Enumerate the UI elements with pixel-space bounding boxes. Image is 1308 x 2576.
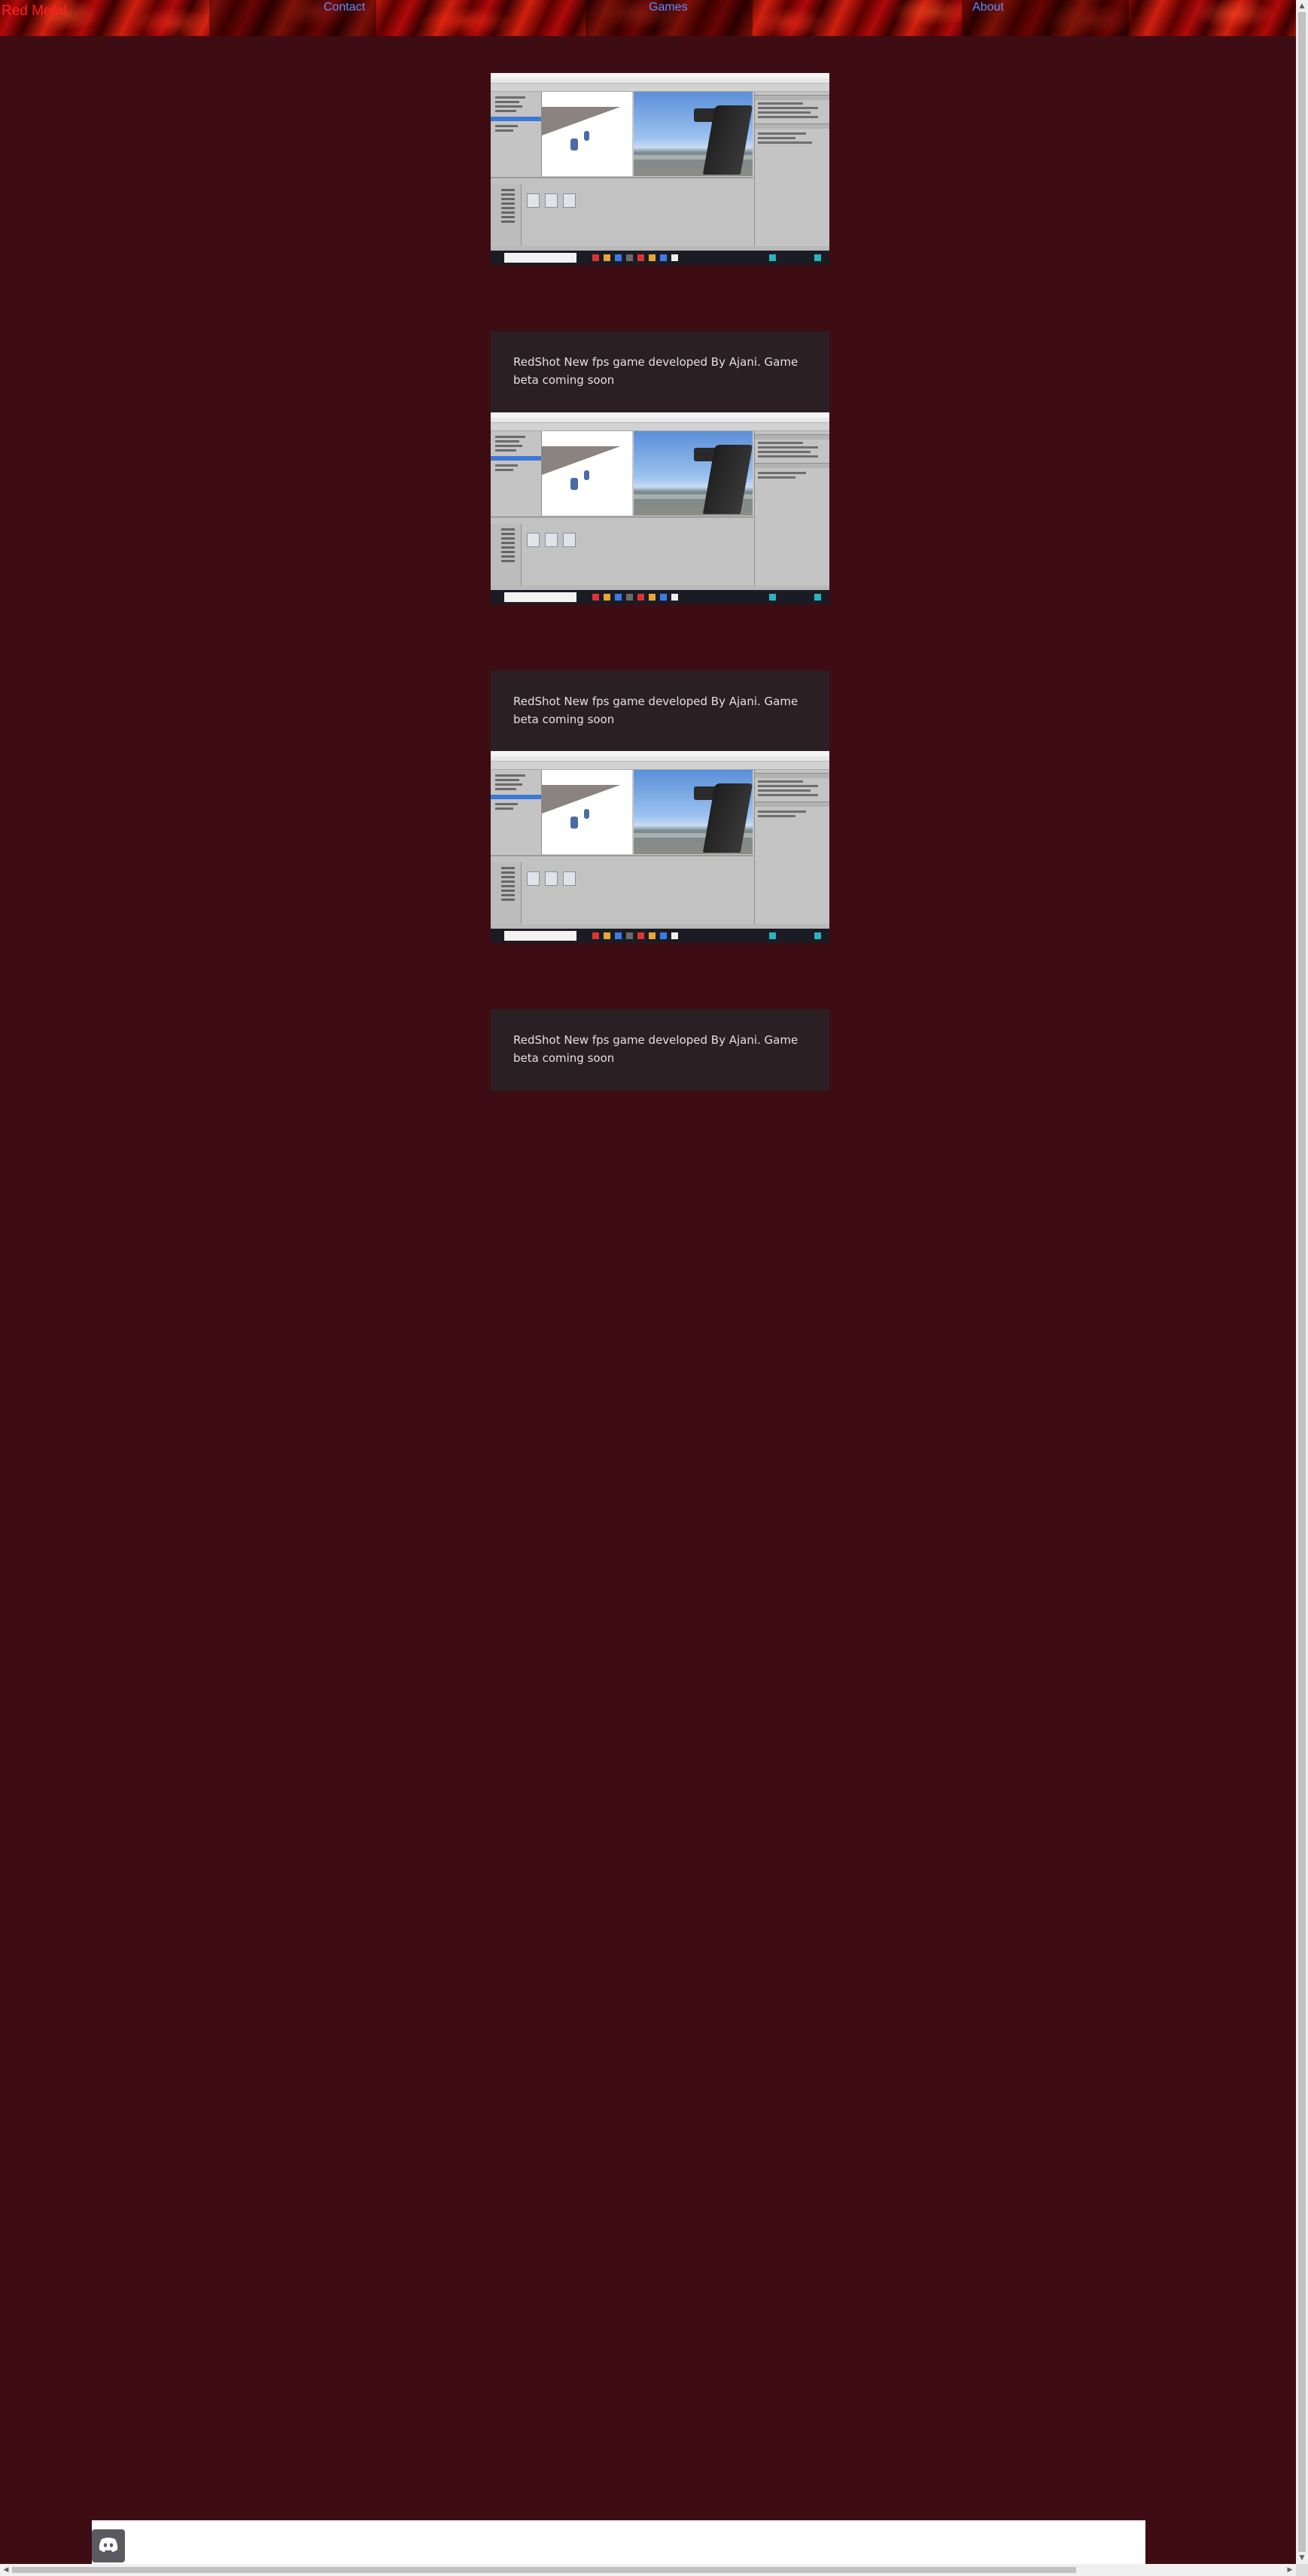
post-screenshot-image	[491, 73, 829, 265]
editor-inspector-panel	[754, 92, 829, 246]
discord-icon	[98, 2536, 119, 2556]
horizontal-scrollbar[interactable]: ◀ ▶	[0, 2564, 1296, 2576]
post-screenshot-image	[491, 412, 829, 604]
editor-project-panel	[491, 177, 753, 248]
horizontal-scroll-thumb[interactable]	[12, 2567, 1076, 2573]
post-caption: RedShot New fps game developed By Ajani.…	[491, 671, 829, 752]
vertical-scrollbar[interactable]: ▲ ▼	[1296, 0, 1308, 2564]
windows-taskbar	[491, 929, 829, 943]
scroll-up-arrow-icon[interactable]: ▲	[1296, 0, 1308, 12]
vertical-scroll-thumb[interactable]	[1298, 12, 1306, 2552]
post-screenshot-image	[491, 751, 829, 943]
editor-menubar	[491, 78, 829, 84]
nav-contact-link[interactable]: Contact	[324, 1, 365, 14]
editor-titlebar	[491, 73, 829, 78]
scroll-down-arrow-icon[interactable]: ▼	[1296, 2552, 1308, 2564]
windows-taskbar	[491, 251, 829, 265]
scrollbar-corner	[1296, 2564, 1308, 2576]
nav-about-link[interactable]: About	[972, 1, 1004, 14]
post-caption: RedShot New fps game developed By Ajani.…	[491, 1009, 829, 1090]
editor-game-view	[634, 92, 753, 176]
windows-taskbar	[491, 590, 829, 604]
discord-button[interactable]	[92, 2529, 125, 2562]
scroll-right-arrow-icon[interactable]: ▶	[1284, 2564, 1296, 2576]
brand-logo-link[interactable]: Red Metal	[2, 3, 67, 20]
editor-toolbar	[491, 84, 829, 92]
editor-scene-view	[542, 92, 632, 176]
site-footer	[92, 2520, 1145, 2564]
nav-games-link[interactable]: Games	[649, 1, 688, 14]
scroll-left-arrow-icon[interactable]: ◀	[0, 2564, 12, 2576]
site-header: Red Metal Contact Games About	[0, 0, 1296, 36]
post-caption: RedShot New fps game developed By Ajani.…	[491, 331, 829, 412]
